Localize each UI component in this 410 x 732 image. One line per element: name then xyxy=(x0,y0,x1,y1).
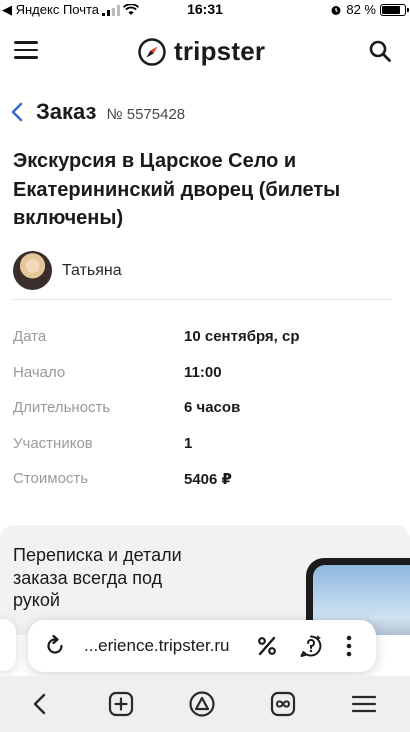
detail-label: Дата xyxy=(13,328,47,346)
detail-value: 1 xyxy=(184,434,193,452)
compass-logo-icon xyxy=(138,37,166,66)
detail-row-price: Стоимость 5406 ₽ xyxy=(13,461,393,497)
search-icon[interactable] xyxy=(368,39,392,63)
guide-name: Татьяна xyxy=(62,261,122,279)
promo-text: Переписка и детали заказа всегда под рук… xyxy=(13,545,182,610)
order-title: Заказ xyxy=(36,99,97,124)
detail-label: Участников xyxy=(13,434,93,452)
back-icon[interactable] xyxy=(26,690,54,718)
order-number: № 5575428 xyxy=(106,106,186,123)
browser-bottom-bar xyxy=(0,676,410,732)
detail-row-date: Дата 10 сентября, ср xyxy=(13,319,393,355)
browser-url-bar[interactable]: ...erience.tripster.ru xyxy=(28,620,376,672)
detail-row-participants: Участников 1 xyxy=(13,426,393,462)
order-heading: Заказ № 5575428 xyxy=(10,99,185,125)
detail-label: Стоимость xyxy=(13,470,89,488)
reload-icon[interactable] xyxy=(42,633,68,659)
logo-text: tripster xyxy=(174,36,266,66)
detail-row-start: Начало 11:00 xyxy=(13,355,393,391)
divider xyxy=(13,299,391,300)
detail-value: 5406 ₽ xyxy=(184,470,232,488)
tour-title: Экскурсия в Царское Село и Екатеринински… xyxy=(13,150,341,229)
detail-value: 10 сентября, ср xyxy=(184,328,300,346)
more-icon[interactable] xyxy=(336,633,362,659)
guide-row[interactable]: Татьяна xyxy=(13,251,122,290)
detail-label: Начало xyxy=(13,363,66,381)
previous-tab-pill[interactable] xyxy=(0,619,16,671)
detail-value: 11:00 xyxy=(184,363,222,381)
tabs-icon[interactable] xyxy=(269,690,297,718)
chat-ai-icon[interactable] xyxy=(298,633,324,659)
site-header: tripster xyxy=(0,28,410,74)
app-promo-card[interactable]: Переписка и детали заказа всегда под рук… xyxy=(0,525,410,635)
menu-icon[interactable] xyxy=(350,690,378,718)
alarm-icon xyxy=(331,5,341,15)
order-details: Дата 10 сентября, ср Начало 11:00 Длител… xyxy=(13,319,393,497)
site-logo[interactable]: tripster xyxy=(138,36,265,67)
status-right: 82 % xyxy=(330,2,409,17)
status-bar: ◀ Яндекс Почта 16:31 82 % xyxy=(0,0,410,20)
detail-row-duration: Длительность 6 часов xyxy=(13,390,393,426)
guide-avatar xyxy=(13,251,52,290)
alice-icon[interactable] xyxy=(188,690,216,718)
chevron-left-icon[interactable] xyxy=(10,102,26,122)
url-text[interactable]: ...erience.tripster.ru xyxy=(84,636,230,656)
new-tab-icon[interactable] xyxy=(107,690,135,718)
battery-icon xyxy=(380,3,409,16)
detail-label: Длительность xyxy=(13,399,111,417)
percent-icon[interactable] xyxy=(254,633,280,659)
detail-value: 6 часов xyxy=(184,399,241,417)
menu-icon[interactable] xyxy=(14,41,38,59)
battery-percent: 82 % xyxy=(346,2,376,17)
